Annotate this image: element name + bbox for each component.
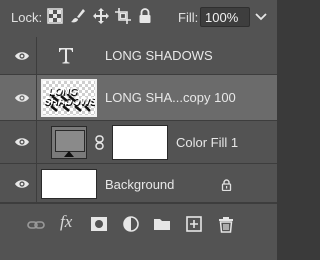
- layer-thumbnail[interactable]: [41, 169, 97, 199]
- lock-fill-bar: Lock: Fill: 100%: [0, 0, 277, 38]
- eye-icon[interactable]: [14, 92, 30, 104]
- layer-row-long-shadows[interactable]: LONG SHADOWS: [0, 37, 277, 75]
- type-layer-icon: [59, 48, 73, 64]
- layer-name: Background: [105, 177, 175, 192]
- layer-thumbnail[interactable]: LONG SHADOWS LONG SHADOWS: [41, 79, 97, 117]
- layer-name: LONG SHADOWS: [105, 48, 213, 63]
- layers-panel-toolbar: fx: [0, 203, 277, 260]
- eye-icon[interactable]: [14, 50, 30, 62]
- fill-input[interactable]: 100%: [200, 7, 250, 27]
- layer-name: LONG SHA...copy 100: [105, 90, 236, 105]
- layer-row-long-shadows-copy-100[interactable]: LONG SHADOWS LONG SHADOWS LONG SHA...cop…: [0, 75, 277, 121]
- layer-mask-thumbnail[interactable]: [112, 125, 168, 160]
- chain-link-icon[interactable]: [95, 135, 104, 150]
- divider: [36, 121, 37, 163]
- divider: [36, 37, 37, 74]
- fill-label: Fill:: [178, 10, 199, 25]
- add-mask-icon[interactable]: [90, 215, 108, 233]
- fill-value: 100%: [205, 10, 239, 25]
- lock-image-pixels-icon[interactable]: [70, 8, 86, 24]
- layer-name: Color Fill 1: [176, 135, 239, 150]
- lock-position-icon[interactable]: [93, 8, 109, 24]
- fx-icon[interactable]: fx: [60, 212, 72, 232]
- lock-label: Lock:: [11, 10, 43, 25]
- link-layers-icon[interactable]: [27, 216, 45, 234]
- fill-color-swatch: [55, 130, 85, 152]
- lock-transparent-pixels-icon[interactable]: [47, 8, 63, 24]
- delete-icon[interactable]: [217, 215, 235, 233]
- layers-panel: Lock: Fill: 100% LONG SHADOWS LONG SHADO…: [0, 0, 277, 260]
- eye-icon[interactable]: [14, 178, 30, 190]
- triangle-up-icon: [64, 151, 74, 157]
- lock-icon: [221, 179, 232, 191]
- divider: [36, 164, 37, 202]
- lock-artboard-icon[interactable]: [115, 8, 131, 24]
- layer-row-color-fill-1[interactable]: Color Fill 1: [0, 121, 277, 164]
- adjustment-layer-icon[interactable]: [122, 215, 140, 233]
- eye-icon[interactable]: [14, 136, 30, 148]
- divider: [36, 75, 37, 120]
- long-shadows-thumbnail-artwork: LONG SHADOWS LONG SHADOWS: [43, 86, 95, 112]
- chevron-down-icon[interactable]: [253, 8, 269, 26]
- group-folder-icon[interactable]: [153, 215, 171, 233]
- fill-adjustment-thumbnail[interactable]: [51, 126, 87, 159]
- new-layer-icon[interactable]: [185, 215, 203, 233]
- lock-all-icon[interactable]: [137, 8, 153, 24]
- layer-row-background[interactable]: Background: [0, 164, 277, 203]
